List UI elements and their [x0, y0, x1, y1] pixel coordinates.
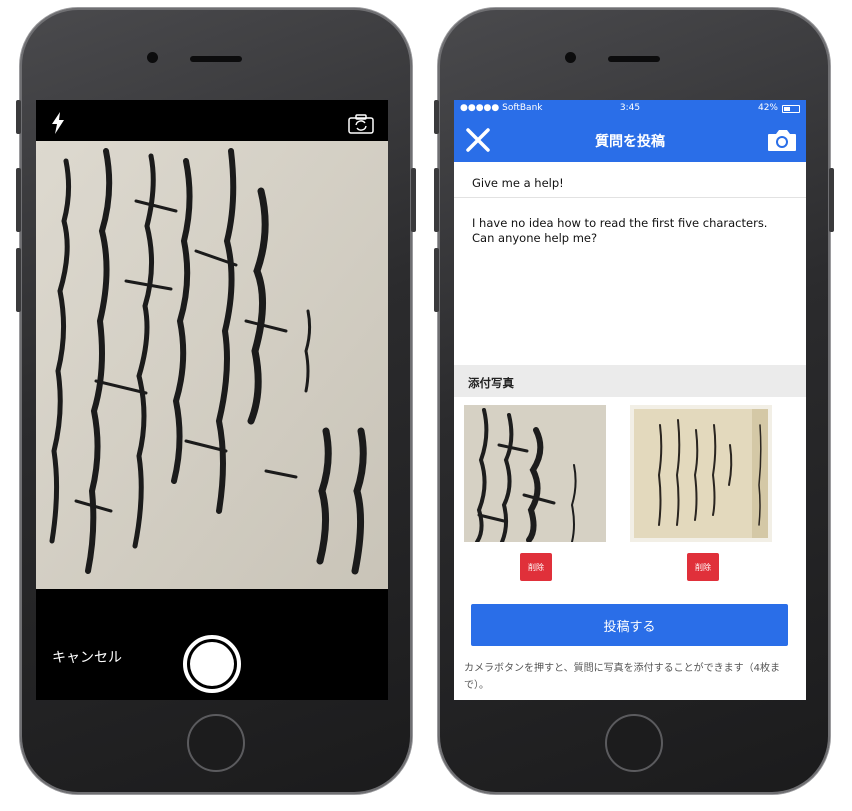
delete-attachment-2-button[interactable]: 削除: [687, 553, 719, 581]
camera-screen: キャンセル: [36, 100, 388, 700]
status-bar: ●●●●● SoftBank 3:45 42%: [454, 100, 806, 118]
attachments-section-title: 添付写真: [454, 365, 806, 397]
shutter-inner-circle: [190, 642, 234, 686]
delete-attachment-1-button[interactable]: 削除: [520, 553, 552, 581]
post-question-screen: ●●●●● SoftBank 3:45 42% 質問を投稿 Give me a …: [454, 100, 806, 700]
submit-post-button[interactable]: 投稿する: [471, 604, 788, 646]
shutter-button[interactable]: [183, 635, 241, 693]
attachment-image-2: [630, 405, 772, 542]
switch-camera-icon[interactable]: [348, 114, 374, 134]
mute-switch: [16, 100, 21, 134]
help-text: カメラボタンを押すと、質問に写真を添付することができます（4枚まで）。: [464, 663, 780, 691]
attachment-thumbnail-2[interactable]: [630, 405, 772, 542]
volume-down-button: [434, 248, 439, 312]
volume-up-button: [16, 168, 21, 232]
question-body-textarea[interactable]: I have no idea how to read the first fiv…: [454, 198, 806, 356]
camera-icon: [768, 130, 796, 151]
battery-percent: 42%: [757, 103, 778, 113]
camera-button[interactable]: [766, 126, 798, 154]
earpiece-speaker: [608, 56, 660, 62]
battery-icon: [782, 105, 800, 113]
document-photo: [36, 141, 388, 589]
home-button[interactable]: [187, 714, 245, 772]
home-button[interactable]: [605, 714, 663, 772]
front-camera: [565, 52, 576, 63]
power-button: [829, 168, 834, 232]
earpiece-speaker: [190, 56, 242, 62]
power-button: [411, 168, 416, 232]
attachment-image-1: [464, 405, 606, 542]
flash-icon[interactable]: [50, 112, 66, 134]
cancel-button[interactable]: キャンセル: [52, 647, 122, 667]
front-camera: [147, 52, 158, 63]
volume-up-button: [434, 168, 439, 232]
phone-left: キャンセル: [16, 8, 416, 794]
question-title-input[interactable]: Give me a help!: [454, 162, 806, 198]
camera-viewfinder: [36, 141, 388, 589]
nav-bar: 質問を投稿: [454, 118, 806, 162]
page-title: 質問を投稿: [595, 134, 665, 150]
phone-right: ●●●●● SoftBank 3:45 42% 質問を投稿 Give me a …: [434, 8, 834, 794]
status-time: 3:45: [619, 103, 641, 113]
attachment-thumbnail-1[interactable]: [464, 405, 606, 542]
volume-down-button: [16, 248, 21, 312]
mute-switch: [434, 100, 439, 134]
